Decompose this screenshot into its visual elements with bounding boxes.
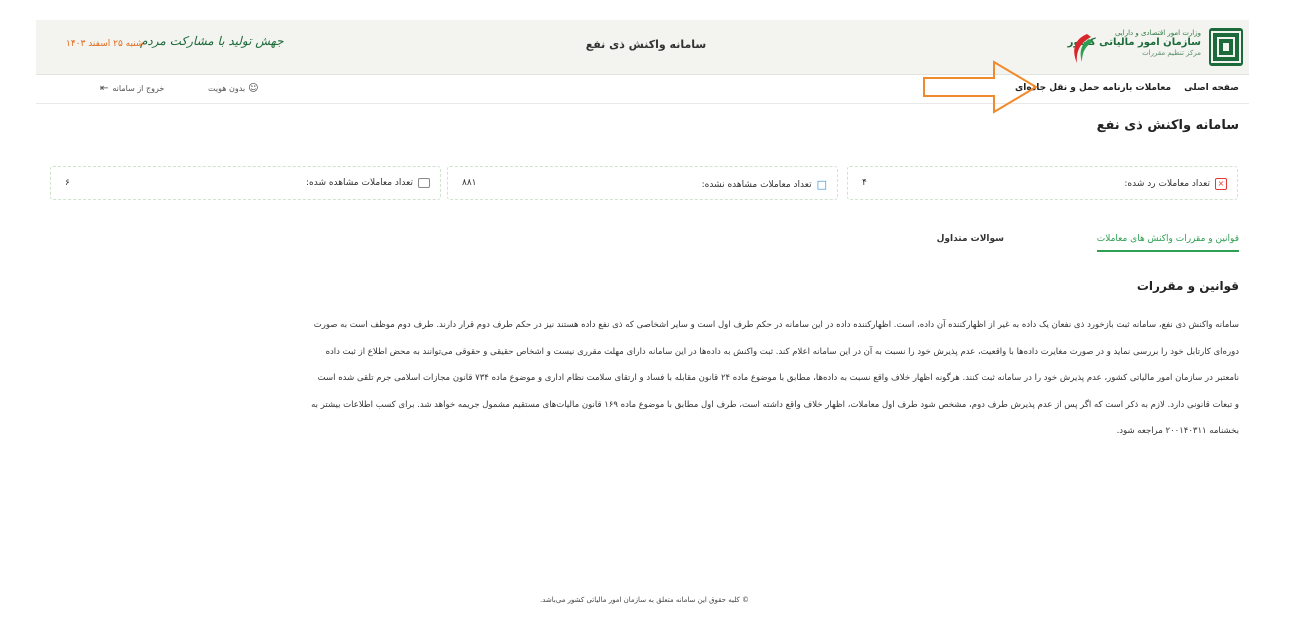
rejected-value: ۴ [862,178,867,188]
logout-button[interactable]: خروج از سامانه ⇤ [100,83,164,94]
tax-emblem-icon [1209,28,1243,66]
rules-line: بخشنامه ۲۰۰۱۴۰۳۱۱ مراجعه شود. [1116,426,1239,436]
main-content: سامانه واکنش ذی نفع × تعداد معاملات رد ش… [36,104,1249,591]
seen-count-card[interactable]: تعداد معاملات مشاهده شده: ۶ [50,166,441,200]
stats-cards: × تعداد معاملات رد شده: ۴ □ تعداد معاملا… [50,166,1238,200]
unseen-label-wrap: □ تعداد معاملات مشاهده نشده: [702,178,827,191]
breadcrumb: صفحه اصلی معاملات بارنامه حمل و نقل جاده… [1015,83,1239,93]
app-frame: وزارت امور اقتصادی و دارایی سازمان امور … [36,20,1249,591]
header-motto: جهش تولید با مشارکت مردم [140,34,284,48]
rules-line: نامعتبر در سازمان امور مالیاتی کشور، عدم… [317,373,1239,383]
tab-faq[interactable]: سوالات متداول [937,234,1004,250]
rules-line: دوره‌ای کارتابل خود را بررسی نماید و در … [325,346,1239,357]
breadcrumb-home[interactable]: صفحه اصلی [1184,83,1239,93]
user-menu[interactable]: ☺ بدون هویت [208,83,259,94]
unseen-value: ۸۸۱ [462,178,477,188]
tab-rules[interactable]: قوانین و مقررات واکنش های معاملات [1096,234,1239,252]
top-nav: صفحه اصلی معاملات بارنامه حمل و نقل جاده… [36,75,1249,104]
section-title: قوانین و مقررات [1136,279,1239,293]
unseen-label: تعداد معاملات مشاهده نشده: [701,179,812,190]
current-date: شنبه ۲۵ اسفند ۱۴۰۳ [66,39,144,49]
seen-value: ۶ [65,178,70,188]
rejected-count-card[interactable]: × تعداد معاملات رد شده: ۴ [847,166,1238,200]
seen-label: تعداد معاملات مشاهده شده: [305,178,413,188]
new-message-icon: □ [816,178,827,191]
app-title: سامانه واکنش ذی نفع [585,38,707,51]
rejected-icon: × [1215,178,1227,190]
rejected-label: تعداد معاملات رد شده: [1124,179,1210,189]
logout-icon: ⇤ [100,83,109,94]
footer-copyright: © کلیه حقوق این سامانه متعلق به سازمان ا… [540,596,749,604]
rejected-label-wrap: × تعداد معاملات رد شده: [1124,178,1227,190]
flag-swoosh-icon [1074,34,1093,63]
user-label: بدون هویت [208,84,246,93]
org-logo: وزارت امور اقتصادی و دارایی سازمان امور … [1063,26,1243,68]
logout-label: خروج از سامانه [112,84,165,93]
rules-line: سامانه واکنش ذی نفع، سامانه ثبت بازخورد … [313,320,1239,330]
rules-paragraph: سامانه واکنش ذی نفع، سامانه ثبت بازخورد … [134,312,1239,445]
seen-label-wrap: تعداد معاملات مشاهده شده: [306,178,430,188]
rules-line: و تبعات قانونی دارد. لازم به ذکر است که … [311,399,1239,410]
message-icon [418,178,430,188]
unseen-count-card[interactable]: □ تعداد معاملات مشاهده نشده: ۸۸۱ [447,166,838,200]
page-title: سامانه واکنش ذی نفع [1096,118,1239,133]
user-icon: ☺ [248,83,259,94]
header-bar: وزارت امور اقتصادی و دارایی سازمان امور … [36,20,1249,75]
